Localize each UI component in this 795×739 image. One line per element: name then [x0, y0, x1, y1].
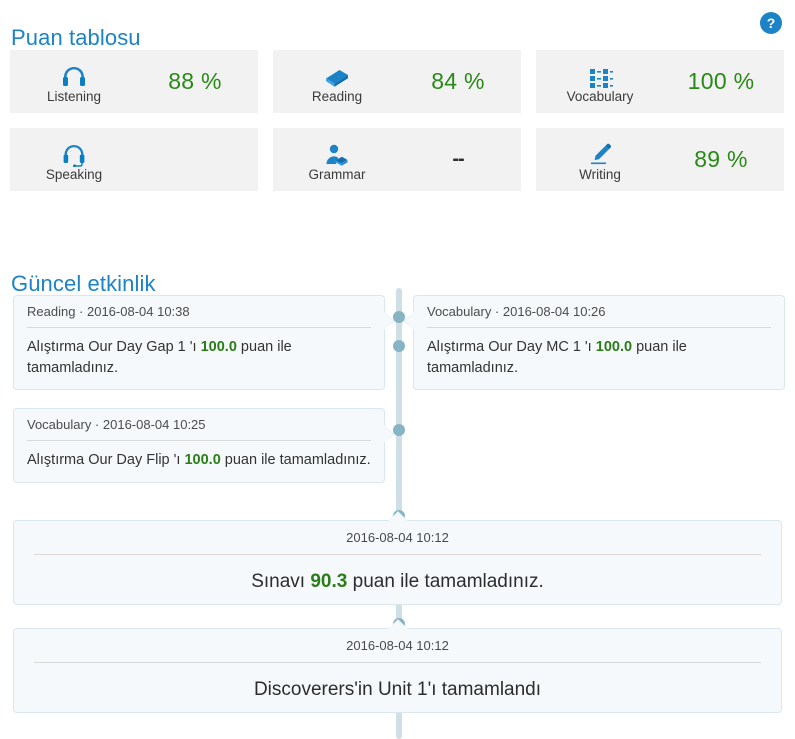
score-card-value: 88 % — [168, 68, 222, 94]
activity-item-body: Alıştırma Our Day Flip 'ı 100.0 puan ile… — [27, 441, 371, 471]
activity-score: 90.3 — [310, 571, 348, 593]
activity-item-body: Discoverers'in Unit 1'ı tamamlandı — [34, 663, 761, 704]
activity-score: 100.0 — [184, 452, 221, 469]
activity-item-header: Reading · 2016-08-04 10:38 — [27, 304, 371, 329]
activity-item-body: Alıştırma Our Day Gap 1 'ı 100.0 puan il… — [27, 328, 371, 378]
score-card-value: 89 % — [694, 146, 748, 172]
score-card-grammar: Grammar -- — [273, 128, 521, 191]
score-card-icon-label: Writing — [536, 137, 664, 182]
timeline-dot — [393, 424, 405, 436]
activity-item[interactable]: Vocabulary · 2016-08-04 10:25 Alıştırma … — [13, 408, 394, 483]
activity-item-header: 2016-08-04 10:12 — [34, 530, 761, 556]
activity-item-header: Vocabulary · 2016-08-04 10:26 — [427, 304, 771, 329]
score-card-label: Vocabulary — [566, 89, 634, 105]
timeline-dot — [393, 340, 405, 352]
score-card-label: Speaking — [45, 167, 103, 183]
activity-timeline: Reading · 2016-08-04 10:38 Alıştırma Our… — [0, 288, 795, 739]
page-title: Puan tablosu — [11, 24, 141, 50]
activity-text-before: Alıştırma Our Day MC 1 'ı — [427, 339, 596, 356]
score-card-speaking: Speaking — [10, 128, 258, 191]
score-card-icon-label: Reading — [273, 59, 401, 104]
help-icon[interactable]: ? — [760, 12, 782, 34]
activity-text-before: Alıştırma Our Day Gap 1 'ı — [27, 339, 201, 356]
activity-score: 100.0 — [200, 339, 237, 356]
score-card-writing: Writing 89 % — [536, 128, 784, 191]
activity-text-before: Sınavı — [251, 571, 311, 593]
pencil-icon — [587, 139, 613, 167]
score-card-value: 100 % — [687, 68, 755, 94]
score-card-icon-label: Grammar — [273, 137, 401, 182]
activity-item-header: 2016-08-04 10:12 — [34, 638, 761, 664]
activity-item[interactable]: 2016-08-04 10:12 Sınavı 90.3 puan ile ta… — [13, 520, 782, 605]
activity-item-body: Sınavı 90.3 puan ile tamamladınız. — [34, 555, 761, 596]
activity-text-after: puan ile tamamladınız. — [347, 571, 544, 593]
score-card-listening: Listening 88 % — [10, 50, 258, 113]
book-icon — [323, 61, 351, 89]
person-book-icon — [323, 139, 351, 167]
activity-text-before: Alıştırma Our Day Flip 'ı — [27, 452, 185, 469]
activity-item[interactable]: Reading · 2016-08-04 10:38 Alıştırma Our… — [13, 295, 394, 391]
score-card-icon-label: Vocabulary — [536, 59, 664, 104]
headset-icon — [61, 139, 87, 168]
activity-item-body: Alıştırma Our Day MC 1 'ı 100.0 puan ile… — [427, 328, 771, 378]
score-card-label: Listening — [46, 89, 102, 105]
score-card-grid: Listening 88 % Reading 84 % Vocabulary 1… — [10, 50, 785, 191]
score-card-icon-label: Speaking — [10, 137, 138, 182]
headphones-icon — [61, 61, 87, 89]
scoreboard-page: Puan tablosu ? Listening 88 % Reading 84… — [0, 0, 795, 739]
activity-text-after: puan ile tamamladınız. — [220, 452, 371, 469]
score-card-reading: Reading 84 % — [273, 50, 521, 113]
score-card-vocabulary: Vocabulary 100 % — [536, 50, 784, 113]
activity-item-header: Vocabulary · 2016-08-04 10:25 — [27, 417, 371, 442]
score-card-label: Writing — [579, 167, 621, 183]
activity-item[interactable]: Vocabulary · 2016-08-04 10:26 Alıştırma … — [404, 295, 785, 391]
score-card-value: -- — [452, 148, 464, 170]
score-card-icon-label: Listening — [10, 59, 138, 104]
score-card-value: 84 % — [431, 68, 485, 94]
activity-item[interactable]: 2016-08-04 10:12 Discoverers'in Unit 1'ı… — [13, 628, 782, 713]
score-card-label: Reading — [311, 89, 363, 105]
activity-score: 100.0 — [595, 339, 633, 356]
grid-list-icon — [586, 61, 614, 89]
score-card-label: Grammar — [308, 167, 366, 183]
activity-text-before: Discoverers'in Unit 1'ı tamamlandı — [253, 679, 542, 701]
